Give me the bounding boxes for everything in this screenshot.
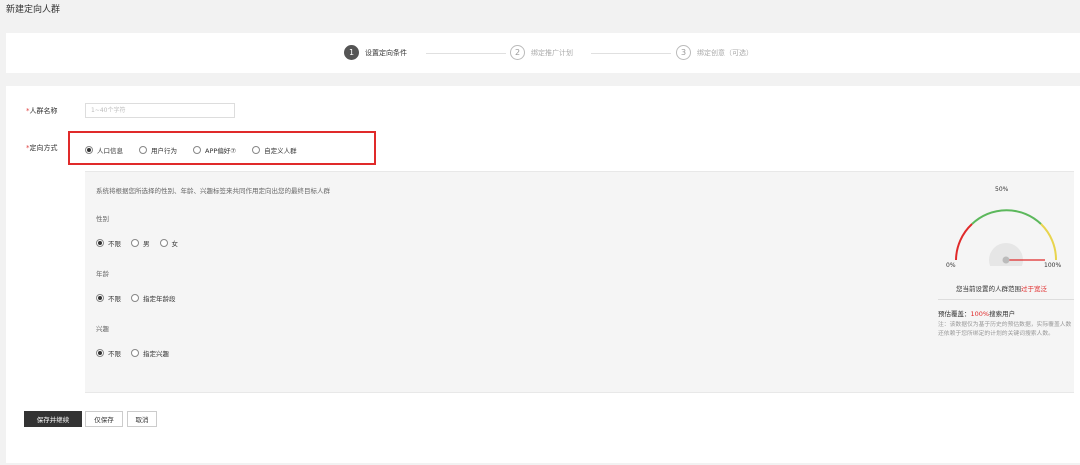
step-2-label: 绑定推广计划 [531,48,573,57]
radio-age-any[interactable]: 不限 [96,293,121,303]
radio-label: 不限 [108,295,121,303]
step-1-number: 1 [344,45,359,60]
divider [938,299,1074,300]
radio-label: 指定兴趣 [143,350,169,358]
radio-dot [159,239,168,247]
step-1-label: 设置定向条件 [365,48,407,57]
radio-gender-male[interactable]: 男 [131,238,150,248]
radio-label: 不限 [108,350,121,358]
coverage-prefix: 预估覆盖： [938,310,971,318]
radio-label: 指定年龄段 [143,295,176,303]
radio-dot [131,294,139,302]
coverage-gauge [955,209,1058,266]
save-only-button[interactable]: 仅保存 [85,411,123,427]
coverage-note: 注：该数据仅为基于历史的预估数据，实际覆盖人数还依赖于您所绑定的计划的关键词搜索… [938,322,1072,337]
coverage-value: 100% [970,310,990,318]
targeting-panel: 系统将根据您所选择的性别、年龄、兴趣标签来共同作用定向出您的最终目标人群 性别 … [85,171,1074,393]
gauge-status-text: 您当前设置的人群范围 [956,285,1021,293]
radio-dot [96,239,104,247]
page-title: 新建定向人群 [6,5,61,15]
gauge-status: 您当前设置的人群范围过于宽泛 [956,283,1047,293]
age-label: 年龄 [96,270,109,278]
coverage-estimate: 预估覆盖：100%搜索用户 [938,308,1015,318]
gender-radio-group: 不限 男 女 [96,238,194,248]
method-label-text: 定向方式 [29,144,58,152]
gender-label: 性别 [96,215,109,223]
step-2: 2 绑定推广计划 [510,45,573,60]
radio-interest-any[interactable]: 不限 [96,348,121,358]
coverage-suffix: 搜索用户 [989,310,1016,318]
radio-gender-female[interactable]: 女 [159,238,179,248]
radio-dot [96,349,104,357]
age-radio-group: 不限 指定年龄段 [96,293,192,303]
gauge-min-label: 0% [946,262,956,269]
step-3: 3 绑定创意（可选） [676,45,753,60]
radio-age-specific[interactable]: 指定年龄段 [131,293,176,303]
radio-label: 女 [171,240,179,248]
name-label: *人群名称 [26,106,58,116]
form-card: *人群名称 1~40个字符 *定向方式 人口信息 用户行为 APP偏好⑦ 自定义… [6,86,1080,463]
save-and-continue-button[interactable]: 保存并继续 [24,411,82,427]
gauge-status-warning: 过于宽泛 [1021,285,1047,293]
step-2-number: 2 [510,45,525,60]
radio-label: 男 [143,240,150,248]
step-1: 1 设置定向条件 [344,45,407,60]
radio-dot [96,294,104,302]
radio-label: 不限 [108,240,121,248]
cancel-button[interactable]: 取消 [127,411,157,427]
interest-label: 兴趣 [96,325,109,333]
step-3-label: 绑定创意（可选） [697,48,753,57]
radio-dot [131,239,139,247]
gauge-arc-yellow [1040,223,1058,261]
step-connector [591,53,671,54]
coverage-gauge-card: 50% 0% 100% 您当前设置的人群范围过于宽泛 预估覆盖：100%搜索用户… [938,172,1074,394]
gauge-arc-red [955,223,973,261]
radio-gender-any[interactable]: 不限 [96,238,121,248]
step-connector [426,53,506,54]
panel-description: 系统将根据您所选择的性别、年龄、兴趣标签来共同作用定向出您的最终目标人群 [96,187,330,195]
radio-dot [131,349,139,357]
gauge-pivot [1002,256,1010,264]
gauge-arc-green [971,209,1042,225]
radio-interest-specific[interactable]: 指定兴趣 [131,348,169,358]
gauge-max-label: 100% [1044,262,1062,269]
step-3-number: 3 [676,45,691,60]
steps-bar: 1 设置定向条件 2 绑定推广计划 3 绑定创意（可选） [6,33,1080,73]
highlight-annotation [68,131,376,165]
name-label-text: 人群名称 [29,107,58,115]
crowd-name-input[interactable]: 1~40个字符 [85,103,235,118]
interest-radio-group: 不限 指定兴趣 [96,348,185,358]
gauge-value-label: 50% [995,186,1009,193]
method-label: *定向方式 [26,143,58,153]
